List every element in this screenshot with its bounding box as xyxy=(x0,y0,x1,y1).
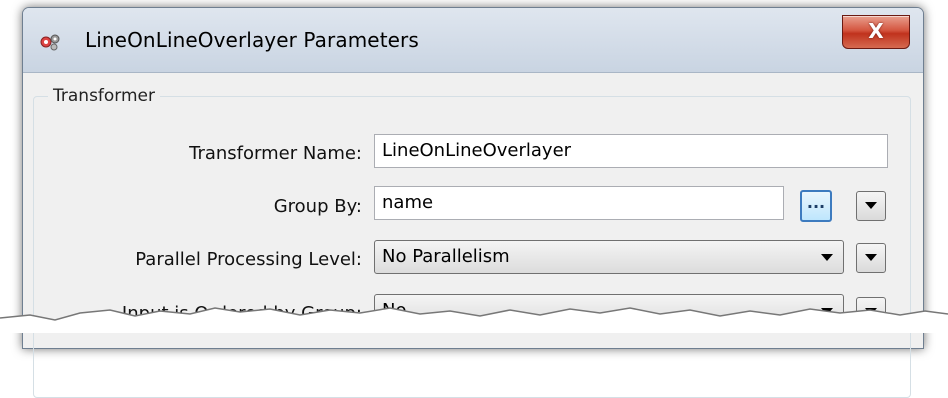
chevron-down-icon xyxy=(865,202,877,209)
group-by-input[interactable]: name xyxy=(374,186,784,220)
parallel-processing-value: No Parallelism xyxy=(382,246,510,267)
group-by-browse-button[interactable]: ... xyxy=(800,190,832,222)
close-button[interactable]: X xyxy=(842,15,910,49)
window-title: LineOnLineOverlayer Parameters xyxy=(85,28,419,52)
groupbox-legend: Transformer xyxy=(48,86,161,106)
chevron-down-icon xyxy=(865,254,877,261)
parallel-processing-menu-button[interactable] xyxy=(856,243,886,273)
torn-edge-decoration xyxy=(0,307,948,333)
title-bar[interactable]: LineOnLineOverlayer Parameters X xyxy=(23,8,923,73)
transformer-name-input[interactable]: LineOnLineOverlayer xyxy=(374,134,888,168)
transformer-name-label: Transformer Name: xyxy=(189,143,362,164)
close-icon: X xyxy=(868,19,884,43)
parallel-processing-label: Parallel Processing Level: xyxy=(135,249,362,270)
parallel-processing-select[interactable]: No Parallelism xyxy=(374,240,844,274)
transformer-gears-icon xyxy=(40,34,60,51)
group-by-menu-button[interactable] xyxy=(856,191,886,221)
chevron-down-icon xyxy=(821,254,833,261)
group-by-label: Group By: xyxy=(273,196,362,217)
